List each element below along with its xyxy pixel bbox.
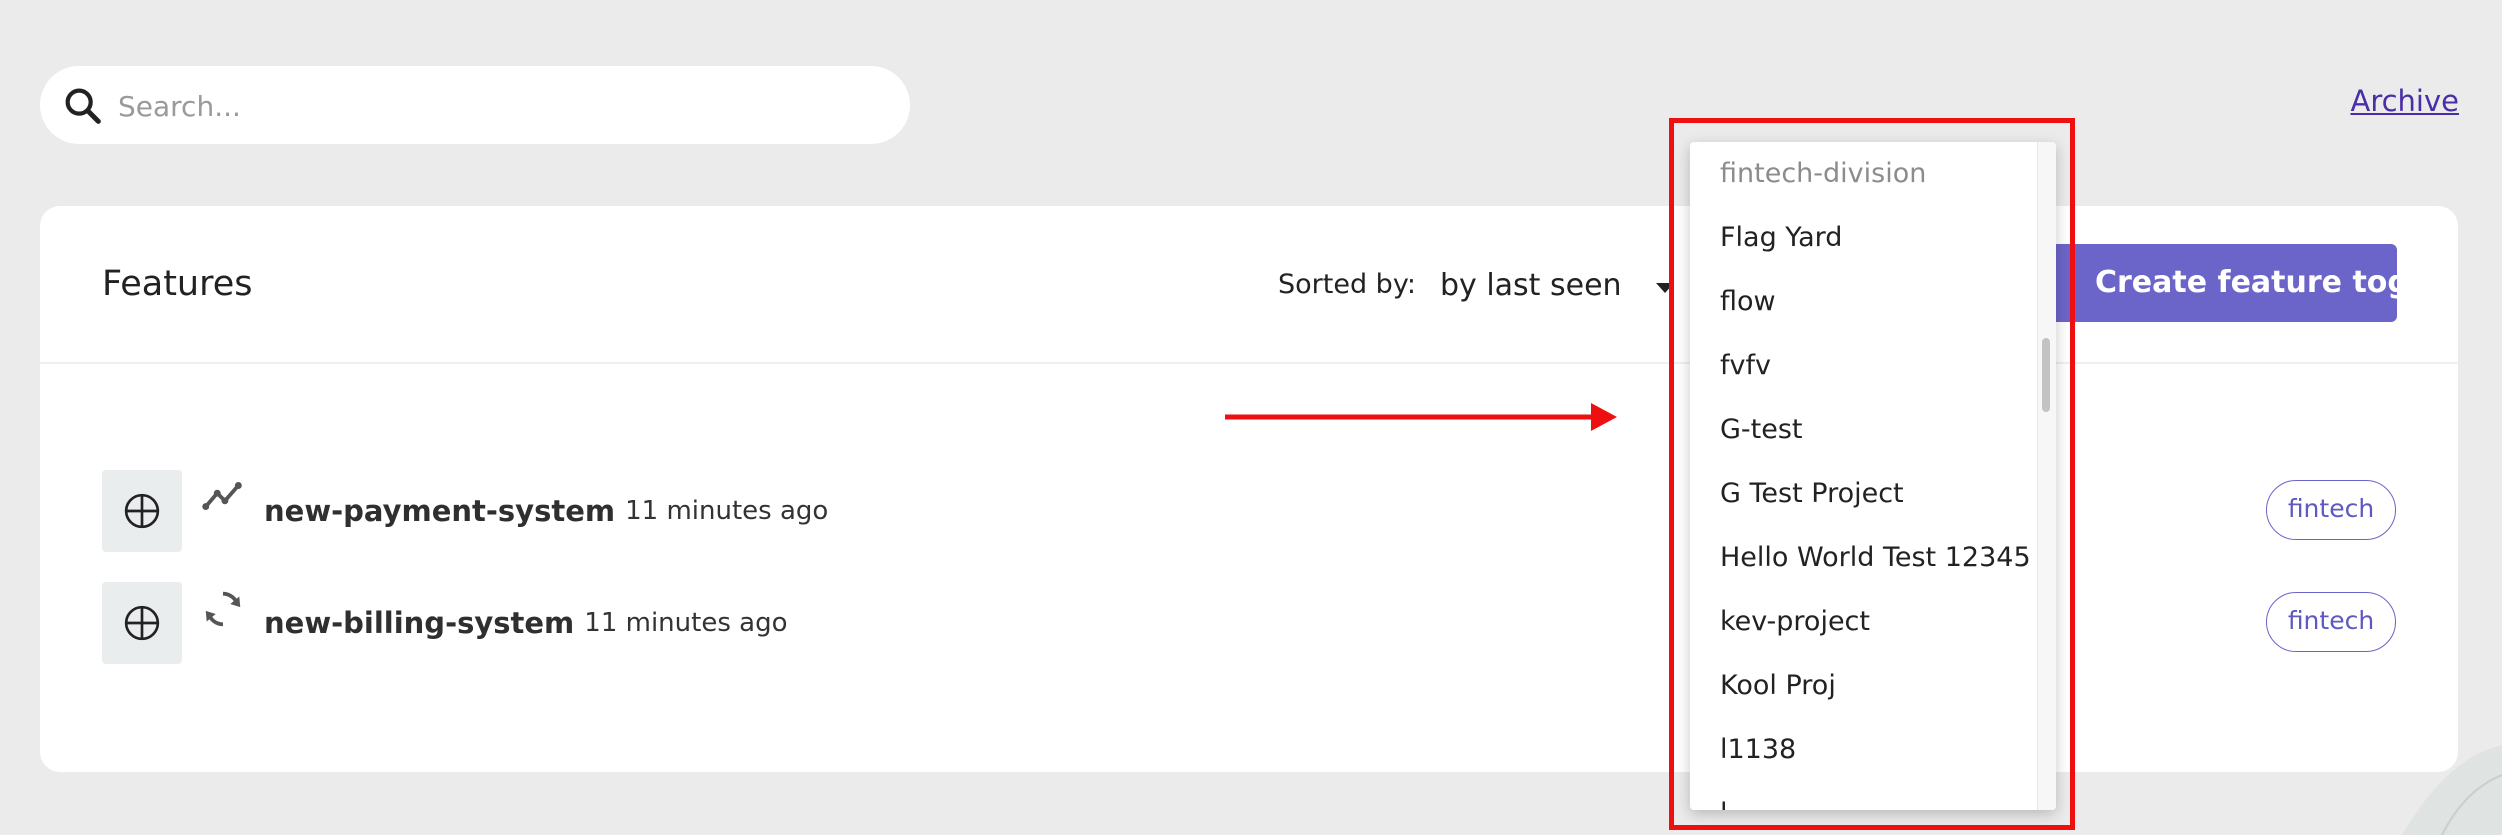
dropdown-option[interactable]: Flag Yard bbox=[1690, 206, 2056, 270]
feature-last-seen: 11 minutes ago bbox=[584, 608, 788, 638]
dropdown-option[interactable]: Kool Proj bbox=[1690, 654, 2056, 718]
dropdown-option[interactable]: flow bbox=[1690, 270, 2056, 334]
scrollbar-thumb[interactable] bbox=[2042, 338, 2050, 412]
project-tag[interactable]: fintech bbox=[2266, 592, 2396, 652]
project-tag[interactable]: fintech bbox=[2266, 480, 2396, 540]
dropdown-scrollbar[interactable] bbox=[2037, 142, 2056, 810]
sort-select[interactable]: by last seen bbox=[1440, 260, 1674, 310]
feature-row[interactable]: new-billing-system 11 minutes ago bbox=[102, 582, 787, 664]
expand-button[interactable] bbox=[102, 582, 182, 664]
dropdown-option[interactable]: l1138 bbox=[1690, 718, 2056, 782]
sync-icon bbox=[205, 591, 241, 627]
trend-icon bbox=[202, 482, 242, 511]
dropdown-option[interactable]: G Test Project bbox=[1690, 462, 2056, 526]
features-card: Features Sorted by: by last seen Create … bbox=[40, 206, 2458, 772]
feature-last-seen: 11 minutes ago bbox=[625, 496, 829, 526]
feature-name[interactable]: new-billing-system bbox=[264, 606, 574, 640]
page-title: Features bbox=[102, 264, 253, 304]
search-input[interactable] bbox=[116, 66, 880, 146]
search-bar bbox=[40, 66, 910, 146]
dropdown-option[interactable]: kev-project bbox=[1690, 590, 2056, 654]
dropdown-option[interactable]: G-test bbox=[1690, 398, 2056, 462]
dropdown-option[interactable]: l... bbox=[1690, 782, 2056, 810]
dropdown-option[interactable]: fintech-division bbox=[1690, 142, 2056, 206]
header-divider bbox=[40, 362, 2458, 364]
archive-link[interactable]: Archive bbox=[2350, 84, 2459, 118]
annotation-arrow bbox=[1225, 403, 1617, 431]
caret-down-icon bbox=[1655, 283, 1674, 293]
search-icon bbox=[65, 88, 101, 124]
feature-name[interactable]: new-payment-system bbox=[264, 494, 615, 528]
plus-circle-icon bbox=[124, 493, 160, 529]
create-feature-toggle-button[interactable]: Create feature toggle bbox=[2037, 244, 2397, 322]
sort-select-value: by last seen bbox=[1440, 267, 1622, 303]
leaf-decoration-icon bbox=[2402, 745, 2502, 835]
dropdown-option[interactable]: Hello World Test 12345 bbox=[1690, 526, 2056, 590]
feature-row[interactable]: new-payment-system 11 minutes ago bbox=[102, 470, 828, 552]
plus-circle-icon bbox=[124, 605, 160, 641]
project-dropdown[interactable]: fintech-division Flag Yard flow fvfv G-t… bbox=[1690, 142, 2056, 810]
sorted-by-label: Sorted by: bbox=[1278, 269, 1416, 300]
dropdown-option[interactable]: fvfv bbox=[1690, 334, 2056, 398]
expand-button[interactable] bbox=[102, 470, 182, 552]
